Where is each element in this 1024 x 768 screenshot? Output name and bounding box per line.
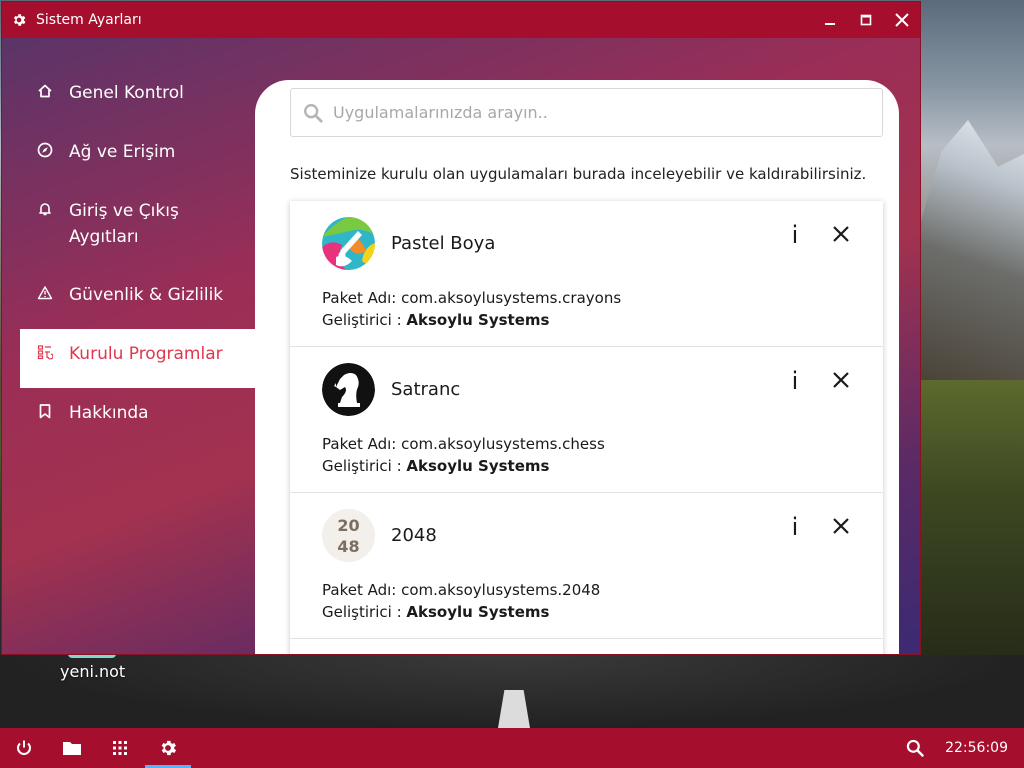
app-meta: Paket Adı: com.aksoylusystems.crayons Ge… xyxy=(322,287,621,331)
chess-knight-icon xyxy=(322,363,375,416)
desktop-file-label[interactable]: yeni.not xyxy=(60,662,125,681)
app-meta: Paket Adı: com.aksoylusystems.2048 Geliş… xyxy=(322,579,600,623)
taskbar-clock: 22:56:09 xyxy=(945,740,1008,756)
settings-icon xyxy=(161,740,177,756)
home-icon xyxy=(38,84,52,98)
sidebar-item-label: Hakkında xyxy=(69,403,149,423)
search-icon xyxy=(906,739,924,757)
developer-name: Aksoylu Systems xyxy=(406,457,550,475)
sidebar-item-guvenlik[interactable]: Güvenlik & Gizlilik xyxy=(20,270,255,329)
icon-2048-top: 20 xyxy=(337,515,360,535)
compass-icon xyxy=(37,142,53,158)
wallpaper-mountain xyxy=(920,120,1024,380)
app-package-row: Paket Adı: com.aksoylusystems.crayons xyxy=(322,287,621,309)
developer-name: Aksoylu Systems xyxy=(406,603,550,621)
sidebar-item-giris-ve-cikis[interactable]: Giriş ve Çıkış Aygıtları xyxy=(20,186,255,270)
app-package-row: Paket Adı: com.aksoylusystems.chess xyxy=(322,433,605,455)
taskbar-search-button[interactable] xyxy=(897,728,933,768)
sidebar-item-label: Giriş ve Çıkış Aygıtları xyxy=(69,201,179,247)
developer-name: Aksoylu Systems xyxy=(406,311,550,329)
developer-label: Geliştirici : xyxy=(322,457,402,475)
app-package-row: Paket Adı: com.aksoylusystems.2048 xyxy=(322,579,600,601)
crayons-app-icon xyxy=(322,217,375,270)
maximize-button[interactable] xyxy=(848,2,884,38)
search-input[interactable] xyxy=(333,103,853,122)
grid-icon xyxy=(113,741,127,755)
power-icon xyxy=(17,740,31,755)
sidebar: Genel Kontrol Ağ ve Erişim Giriş ve Çıkı… xyxy=(20,68,255,447)
files-button[interactable] xyxy=(48,728,96,768)
remove-app-icon[interactable] xyxy=(830,369,852,391)
sidebar-item-genel-kontrol[interactable]: Genel Kontrol xyxy=(20,68,255,127)
package-name: com.aksoylusystems.chess xyxy=(401,435,605,453)
package-name: com.aksoylusystems.crayons xyxy=(401,289,622,307)
package-label: Paket Adı: xyxy=(322,289,397,307)
taskbar: 22:56:09 xyxy=(0,728,1024,768)
bookmark-icon xyxy=(39,404,51,419)
apps-icon xyxy=(37,345,53,360)
app-developer-row: Geliştirici : Aksoylu Systems xyxy=(322,601,600,623)
settings-taskbar-button[interactable] xyxy=(144,728,192,768)
sidebar-item-label: Güvenlik & Gizlilik xyxy=(69,285,224,305)
app-grid-button[interactable] xyxy=(96,728,144,768)
page-description: Sisteminize kurulu olan uygulamaları bur… xyxy=(290,165,867,183)
remove-app-icon[interactable] xyxy=(830,223,852,245)
developer-label: Geliştirici : xyxy=(322,311,402,329)
app-name: Satranc xyxy=(391,379,461,400)
taskbar-tray: 22:56:09 xyxy=(897,728,1024,768)
app-info-button[interactable]: i xyxy=(785,367,805,395)
app-card-satranc: Satranc i Paket Adı: com.aksoylusystems.… xyxy=(290,347,883,493)
sidebar-item-hakkinda[interactable]: Hakkında xyxy=(20,388,255,447)
window-titlebar[interactable]: Sistem Ayarları xyxy=(2,2,920,38)
gear-icon xyxy=(13,14,26,26)
maximize-icon xyxy=(860,14,872,26)
folder-icon xyxy=(63,742,81,755)
remove-app-icon[interactable] xyxy=(830,515,852,537)
search-icon xyxy=(304,103,323,123)
close-icon xyxy=(895,13,909,27)
app-developer-row: Geliştirici : Aksoylu Systems xyxy=(322,455,605,477)
sidebar-item-ag-ve-erisim[interactable]: Ağ ve Erişim xyxy=(20,127,255,186)
game-2048-icon: 20 48 xyxy=(322,509,375,562)
sidebar-item-kurulu-programlar[interactable]: Kurulu Programlar xyxy=(20,329,255,388)
app-meta: Paket Adı: com.aksoylusystems.chess Geli… xyxy=(322,433,605,477)
app-name: 2048 xyxy=(391,525,437,546)
app-info-button[interactable]: i xyxy=(785,221,805,249)
app-info-button[interactable]: i xyxy=(785,513,805,541)
window-title: Sistem Ayarları xyxy=(36,12,142,28)
app-card-partial xyxy=(290,639,883,654)
app-card-pastel-boya: Pastel Boya i Paket Adı: com.aksoylusyst… xyxy=(290,201,883,347)
sidebar-item-label: Genel Kontrol xyxy=(69,83,184,103)
app-developer-row: Geliştirici : Aksoylu Systems xyxy=(322,309,621,331)
app-list[interactable]: Pastel Boya i Paket Adı: com.aksoylusyst… xyxy=(290,201,883,654)
app-card-2048: 20 48 2048 i Paket Adı: com.aksoylusyste… xyxy=(290,493,883,639)
app-name: Pastel Boya xyxy=(391,233,496,254)
window-controls xyxy=(812,2,920,38)
search-box[interactable] xyxy=(290,88,883,137)
sidebar-item-label: Ağ ve Erişim xyxy=(69,142,176,162)
minimize-button[interactable] xyxy=(812,2,848,38)
package-label: Paket Adı: xyxy=(322,581,397,599)
window-body: Genel Kontrol Ağ ve Erişim Giriş ve Çıkı… xyxy=(2,38,920,654)
package-name: com.aksoylusystems.2048 xyxy=(401,581,601,599)
minimize-icon xyxy=(825,23,835,25)
icon-2048-bottom: 48 xyxy=(337,536,360,556)
power-button[interactable] xyxy=(0,728,48,768)
package-label: Paket Adı: xyxy=(322,435,397,453)
settings-window: Sistem Ayarları Genel Kontrol Ağ ve Eriş… xyxy=(1,1,921,655)
wallpaper-field xyxy=(920,380,1024,660)
warning-icon xyxy=(37,286,53,300)
close-button[interactable] xyxy=(884,2,920,38)
developer-label: Geliştirici : xyxy=(322,603,402,621)
installed-programs-panel: Sisteminize kurulu olan uygulamaları bur… xyxy=(255,80,899,654)
sidebar-item-label: Kurulu Programlar xyxy=(69,344,223,364)
